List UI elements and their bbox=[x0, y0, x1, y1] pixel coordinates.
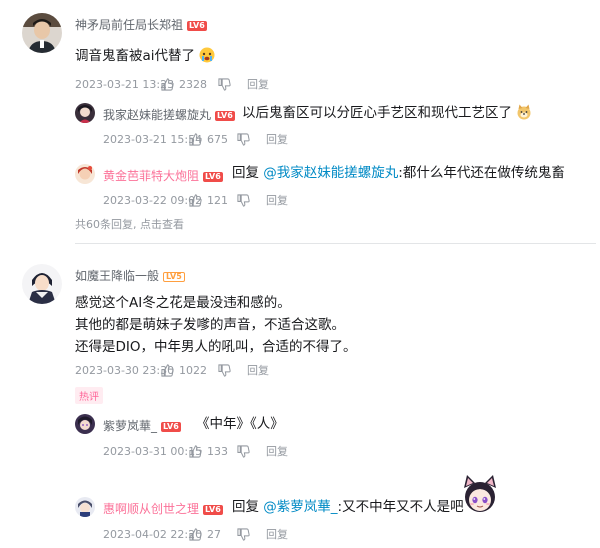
comment-text-line: 其他的都是萌妹子发嗲的声音，不适合这歌。 bbox=[75, 317, 345, 333]
divider bbox=[75, 243, 596, 244]
comment-time: 2023-03-30 23:30 bbox=[75, 363, 175, 377]
thumbs-up-icon bbox=[161, 363, 174, 377]
avatar[interactable] bbox=[22, 13, 62, 53]
level-badge: LV5 bbox=[163, 272, 185, 282]
like-count: 2328 bbox=[179, 77, 207, 91]
reply-time: 2023-03-21 15:54 bbox=[103, 132, 203, 146]
thumbs-up-icon bbox=[161, 77, 174, 91]
level-badge: LV6 bbox=[187, 21, 207, 31]
avatar[interactable] bbox=[22, 264, 62, 304]
reply-button[interactable]: 回复 bbox=[247, 76, 269, 92]
thumbs-down-icon[interactable] bbox=[237, 444, 250, 458]
hot-comment-badge: 热评 bbox=[75, 387, 103, 404]
avatar[interactable] bbox=[75, 414, 95, 434]
avatar[interactable] bbox=[75, 497, 95, 517]
view-more-replies[interactable]: 共60条回复, 点击查看 bbox=[75, 216, 184, 232]
thumbs-down-icon[interactable] bbox=[218, 363, 231, 377]
thumbs-up-icon bbox=[189, 527, 202, 541]
username[interactable]: 黄金芭菲特大炮阻 bbox=[103, 169, 199, 183]
reply-text: :都什么年代还在做传统鬼畜 bbox=[398, 165, 565, 181]
like-count: 133 bbox=[207, 444, 228, 458]
username[interactable]: 我家赵妹能搓螺旋丸 bbox=[103, 108, 211, 122]
reply-prefix: 回复 bbox=[232, 165, 259, 181]
like-button[interactable]: 27 bbox=[189, 528, 237, 541]
username[interactable]: 紫萝岚華_ bbox=[103, 419, 157, 433]
reply-button[interactable]: 回复 bbox=[266, 526, 288, 542]
comment-text-line: 感觉这个AI冬之花是最没违和感的。 bbox=[75, 295, 291, 311]
level-badge: LV6 bbox=[215, 111, 235, 121]
thumbs-up-icon bbox=[189, 444, 202, 458]
like-count: 1022 bbox=[179, 363, 207, 377]
like-button[interactable]: 121 bbox=[189, 194, 237, 207]
username[interactable]: 神矛局前任局长郑祖 bbox=[75, 18, 183, 32]
mention-link[interactable]: @我家赵妹能搓螺旋丸 bbox=[263, 165, 398, 181]
like-button[interactable]: 675 bbox=[189, 133, 237, 146]
comment-text: 调音鬼畜被ai代替了 bbox=[75, 48, 196, 64]
comment-time: 2023-03-21 13:23 bbox=[75, 77, 175, 91]
crying-emoji bbox=[199, 47, 215, 70]
reply-time: 2023-04-02 22:20 bbox=[103, 527, 203, 541]
avatar[interactable] bbox=[75, 164, 95, 184]
like-button[interactable]: 2328 bbox=[161, 78, 218, 91]
reply-text: 以后鬼畜区可以分匠心手艺区和现代工艺区了 bbox=[242, 105, 512, 121]
like-button[interactable]: 133 bbox=[189, 445, 237, 458]
like-count: 27 bbox=[207, 527, 221, 541]
level-badge: LV6 bbox=[203, 505, 223, 515]
username[interactable]: 惠啊顺从创世之理 bbox=[103, 502, 199, 516]
like-count: 675 bbox=[207, 132, 228, 146]
comment-text-line: 还得是DIO，中年男人的吼叫，合适的不得了。 bbox=[75, 339, 357, 355]
reply-text: 《中年》《人》 bbox=[196, 416, 284, 432]
reply-button[interactable]: 回复 bbox=[247, 362, 269, 378]
reply-prefix: 回复 bbox=[232, 499, 259, 515]
thumbs-down-icon[interactable] bbox=[218, 77, 231, 91]
like-count: 121 bbox=[207, 193, 228, 207]
doge-emoji bbox=[516, 104, 532, 127]
reply-text: :又不中年又不人是吧 bbox=[337, 499, 464, 515]
mention-link[interactable]: @紫萝岚華_ bbox=[263, 499, 337, 515]
username[interactable]: 如魔王降临一般 bbox=[75, 269, 159, 283]
avatar[interactable] bbox=[75, 103, 95, 123]
reply-time: 2023-03-22 09:02 bbox=[103, 193, 203, 207]
thumbs-down-icon[interactable] bbox=[237, 527, 250, 541]
reply-button[interactable]: 回复 bbox=[266, 192, 288, 208]
catgirl-sticker bbox=[458, 472, 502, 516]
level-badge: LV6 bbox=[161, 422, 181, 432]
thumbs-up-icon bbox=[189, 193, 202, 207]
reply-time: 2023-03-31 00:15 bbox=[103, 444, 203, 458]
like-button[interactable]: 1022 bbox=[161, 364, 218, 377]
thumbs-down-icon[interactable] bbox=[237, 132, 250, 146]
thumbs-down-icon[interactable] bbox=[237, 193, 250, 207]
reply-button[interactable]: 回复 bbox=[266, 443, 288, 459]
level-badge: LV6 bbox=[203, 172, 223, 182]
thumbs-up-icon bbox=[189, 132, 202, 146]
reply-button[interactable]: 回复 bbox=[266, 131, 288, 147]
